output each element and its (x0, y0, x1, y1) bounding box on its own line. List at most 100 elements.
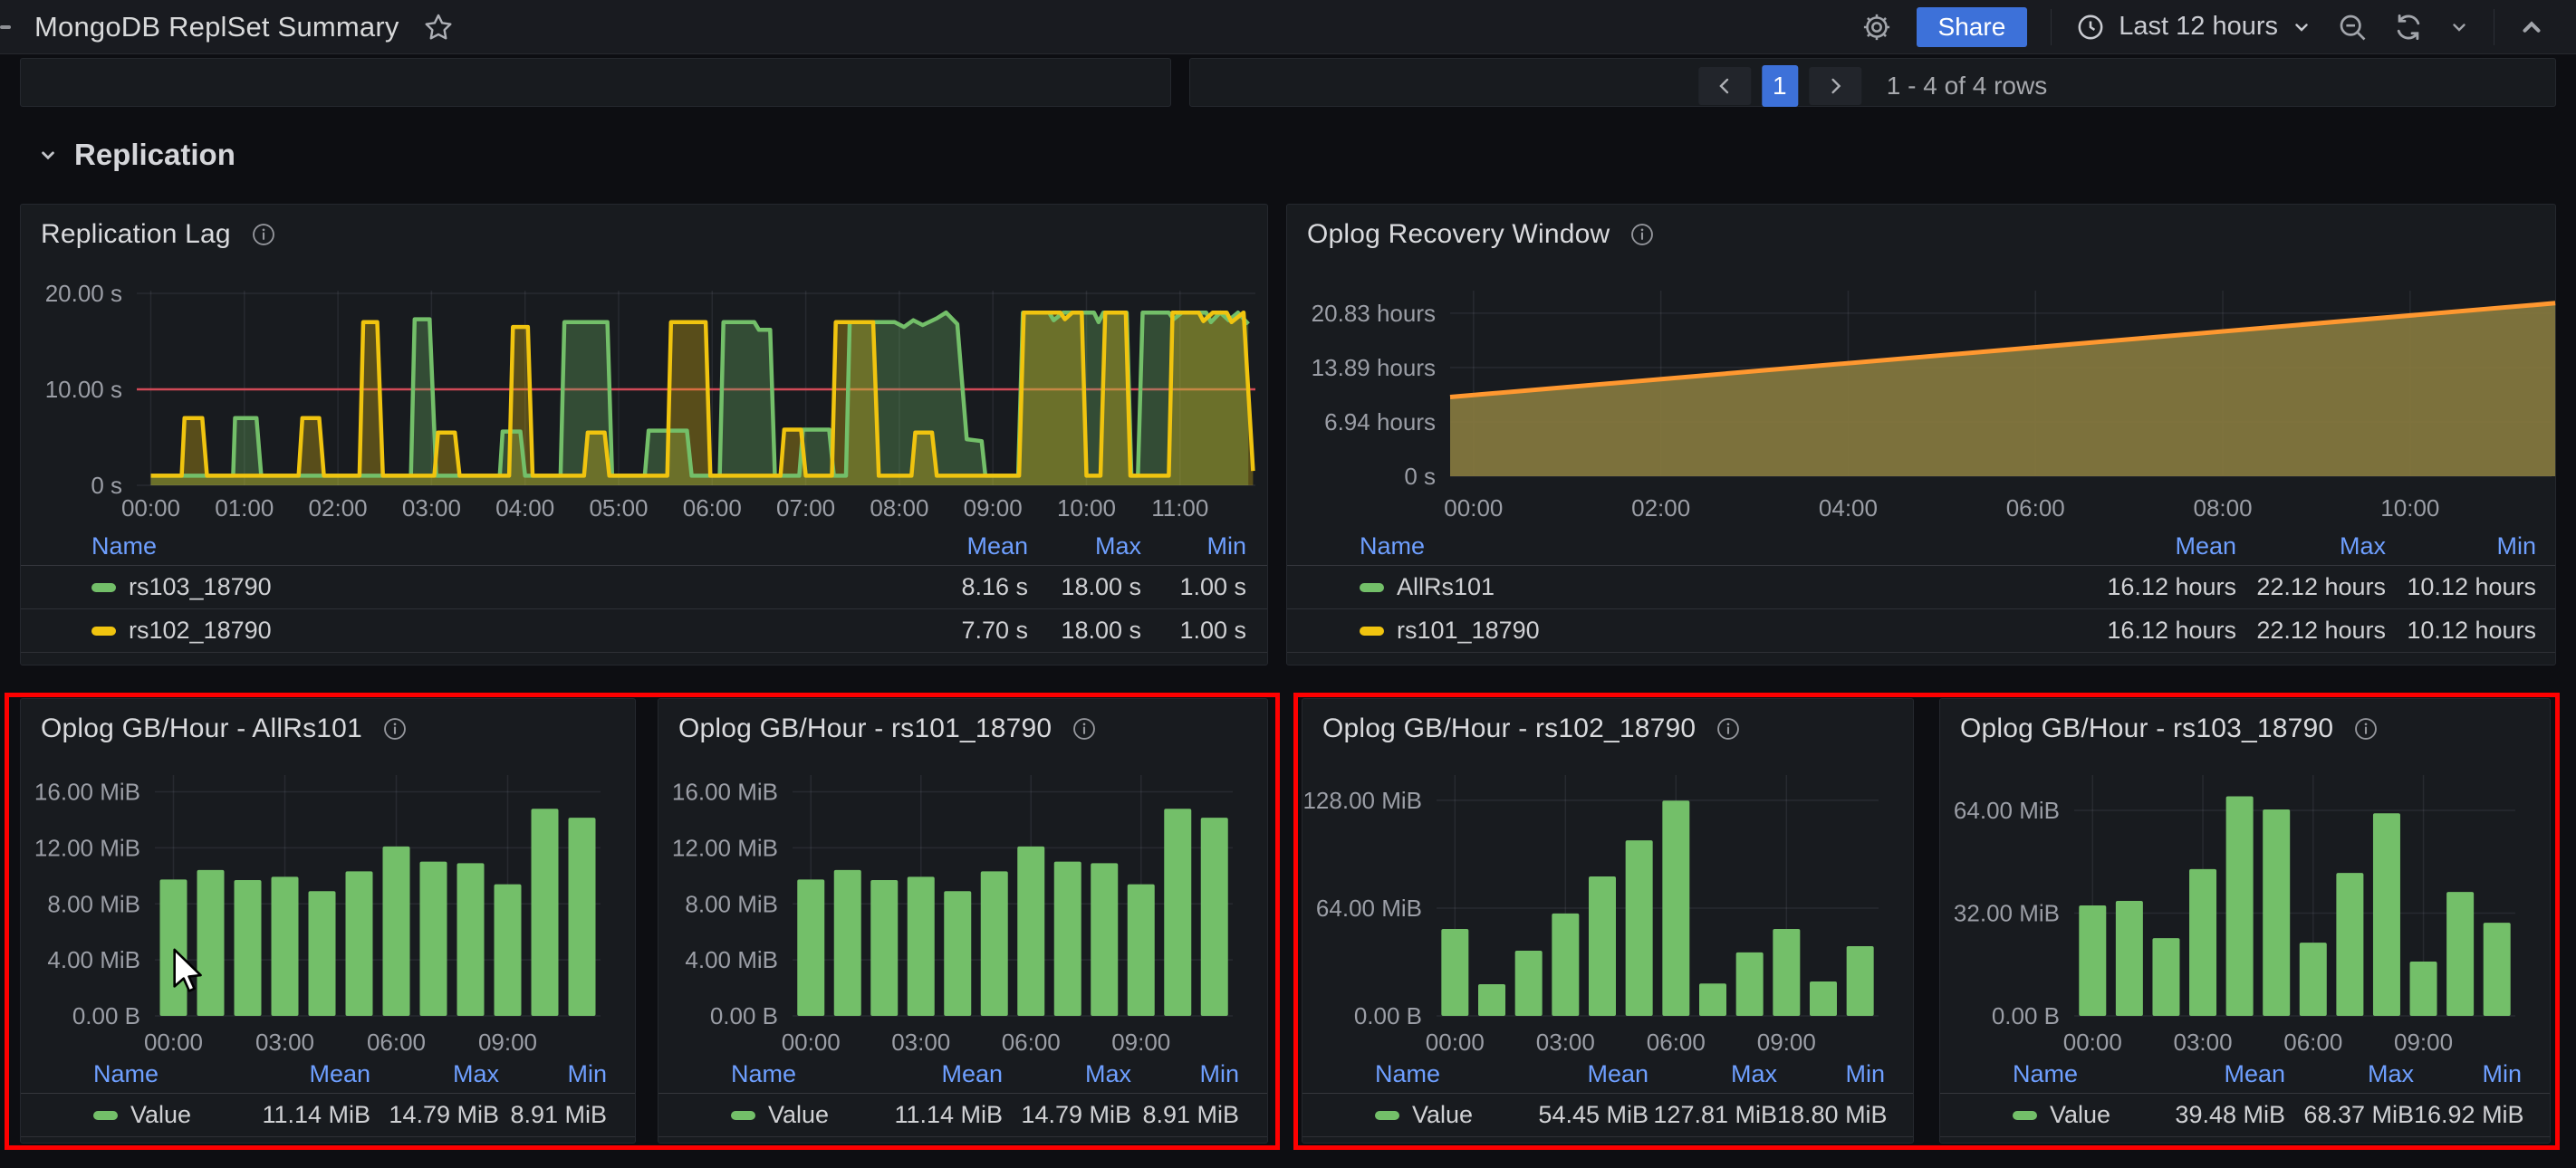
legend-max-value: 22.12 hours (2256, 617, 2386, 644)
legend-header-min[interactable]: Min (1777, 1060, 1885, 1088)
svg-text:10.00 s: 10.00 s (45, 376, 122, 403)
svg-text:02:00: 02:00 (1631, 494, 1690, 522)
svg-text:16.00 MiB: 16.00 MiB (34, 779, 140, 806)
legend-header-mean[interactable]: Mean (2064, 532, 2236, 560)
legend-series-name[interactable]: Value (731, 1101, 858, 1129)
legend-row: Value 39.48 MiB 68.37 MiB 16.92 MiB (1940, 1094, 2550, 1137)
svg-text:02:00: 02:00 (309, 494, 368, 522)
favorite-star-icon[interactable] (423, 12, 454, 43)
pagination-prev-button[interactable] (1697, 67, 1751, 105)
legend-table: Name Mean Max Min Value 54.45 MiB 127.81 MiB 18… (1302, 1055, 1913, 1137)
legend-row: AllRs101 16.12 hours 22.12 hours 10.12 hour… (1287, 566, 2555, 609)
legend-row: rs101_18790 16.12 hours 22.12 hours 10.12 h… (1287, 609, 2555, 653)
collapse-topbar-chevron-up-icon[interactable] (2518, 14, 2545, 41)
svg-text:00:00: 00:00 (2063, 1029, 2122, 1056)
svg-text:06:00: 06:00 (367, 1029, 426, 1056)
legend-series-name[interactable]: rs103_18790 (91, 573, 883, 601)
panel-title[interactable]: Oplog GB/Hour - AllRs101 (41, 713, 362, 744)
legend-header-mean[interactable]: Mean (883, 532, 1028, 560)
legend-header-min[interactable]: Min (2414, 1060, 2522, 1088)
legend-header-max[interactable]: Max (370, 1060, 499, 1088)
svg-text:0.00 B: 0.00 B (1992, 1002, 2060, 1029)
refresh-icon[interactable] (2392, 11, 2425, 43)
pagination-next-button[interactable] (1808, 67, 1861, 105)
svg-text:00:00: 00:00 (1426, 1029, 1485, 1056)
legend-header-name[interactable]: Name (1360, 532, 2064, 560)
info-icon[interactable] (1716, 716, 1741, 742)
legend-header-min[interactable]: Min (2386, 532, 2536, 560)
info-icon[interactable] (2353, 716, 2379, 742)
top-nav-bar: MongoDB ReplSet Summary Share Last 12 ho… (0, 0, 2576, 54)
legend-table: Name Mean Max Min rs103_18790 8.16 s 18.00 s 1.… (21, 527, 1267, 653)
info-icon[interactable] (382, 716, 408, 742)
legend-series-name[interactable]: AllRs101 (1360, 573, 2064, 601)
legend-header-max[interactable]: Max (1003, 1060, 1131, 1088)
legend-header-min[interactable]: Min (499, 1060, 607, 1088)
panel-title[interactable]: Oplog GB/Hour - rs101_18790 (678, 713, 1052, 744)
svg-text:20.00 s: 20.00 s (45, 280, 122, 307)
legend-header-mean[interactable]: Mean (226, 1060, 370, 1088)
legend-header-name[interactable]: Name (2013, 1060, 2140, 1088)
legend-series-name[interactable]: Value (1375, 1101, 1504, 1129)
svg-text:04:00: 04:00 (1819, 494, 1878, 522)
svg-text:8.00 MiB: 8.00 MiB (47, 890, 140, 917)
svg-text:00:00: 00:00 (1444, 494, 1503, 522)
legend-header-row: Name Mean Max Min (21, 527, 1267, 566)
legend-row: Value 54.45 MiB 127.81 MiB 18.80 MiB (1302, 1094, 1913, 1137)
table-pagination: 1 1 - 4 of 4 rows (1697, 65, 2047, 107)
share-button[interactable]: Share (1916, 6, 2028, 47)
legend-header-mean[interactable]: Mean (1504, 1060, 1648, 1088)
svg-text:00:00: 00:00 (144, 1029, 203, 1056)
chevron-right-icon (1831, 78, 1841, 94)
legend-mean-value: 7.70 s (961, 617, 1028, 644)
legend-header-name[interactable]: Name (93, 1060, 226, 1088)
time-range-label: Last 12 hours (2119, 12, 2278, 41)
legend-header-min[interactable]: Min (1141, 532, 1246, 560)
time-range-picker[interactable]: Last 12 hours (2075, 12, 2312, 43)
section-row-replication[interactable]: Replication (36, 138, 235, 172)
legend-min-value: 10.12 hours (2407, 573, 2536, 600)
legend-header-name[interactable]: Name (1375, 1060, 1504, 1088)
svg-text:06:00: 06:00 (2283, 1029, 2342, 1056)
legend-header-name[interactable]: Name (731, 1060, 858, 1088)
legend-series-name[interactable]: rs101_18790 (1360, 617, 2064, 645)
panel-title[interactable]: Oplog Recovery Window (1307, 219, 1610, 250)
svg-text:05:00: 05:00 (589, 494, 648, 522)
svg-text:03:00: 03:00 (2174, 1029, 2233, 1056)
legend-header-max[interactable]: Max (2285, 1060, 2414, 1088)
legend-header-max[interactable]: Max (2236, 532, 2386, 560)
legend-header-mean[interactable]: Mean (2140, 1060, 2285, 1088)
svg-text:09:00: 09:00 (964, 494, 1023, 522)
cropped-panel-right: 1 1 - 4 of 4 rows (1189, 58, 2556, 107)
panel-title[interactable]: Oplog GB/Hour - rs102_18790 (1322, 713, 1696, 744)
info-icon[interactable] (251, 222, 276, 247)
info-icon[interactable] (1629, 222, 1655, 247)
legend-header-max[interactable]: Max (1648, 1060, 1777, 1088)
legend-series-name[interactable]: Value (2013, 1101, 2140, 1129)
pagination-page-1-button[interactable]: 1 (1761, 65, 1798, 107)
legend-series-name[interactable]: Value (93, 1101, 226, 1129)
dashboard-settings-gear-icon[interactable] (1860, 11, 1893, 43)
legend-header-row: Name Mean Max Min (1287, 527, 2555, 566)
legend-header-max[interactable]: Max (1028, 532, 1141, 560)
svg-text:09:00: 09:00 (478, 1029, 537, 1056)
legend-header-mean[interactable]: Mean (858, 1060, 1003, 1088)
panel-title[interactable]: Replication Lag (41, 219, 231, 250)
legend-header-name[interactable]: Name (91, 532, 883, 560)
svg-text:06:00: 06:00 (1002, 1029, 1061, 1056)
panel-title[interactable]: Oplog GB/Hour - rs103_18790 (1960, 713, 2333, 744)
svg-text:06:00: 06:00 (1647, 1029, 1706, 1056)
panel-oplog-gbhour-rs102: Oplog GB/Hour - rs102_18790 0.00 B 64.00 … (1302, 698, 1914, 1144)
info-icon[interactable] (1072, 716, 1097, 742)
legend-header-min[interactable]: Min (1131, 1060, 1239, 1088)
svg-text:00:00: 00:00 (782, 1029, 841, 1056)
legend-max-value: 18.00 s (1061, 573, 1141, 600)
zoom-out-time-icon[interactable] (2336, 11, 2369, 43)
legend-header-row: Name Mean Max Min (1302, 1055, 1913, 1094)
refresh-interval-chevron-icon[interactable] (2448, 16, 2470, 38)
svg-text:09:00: 09:00 (1111, 1029, 1170, 1056)
svg-text:03:00: 03:00 (891, 1029, 950, 1056)
svg-text:6.94 hours: 6.94 hours (1324, 408, 1436, 436)
legend-series-name[interactable]: rs102_18790 (91, 617, 883, 645)
svg-text:0.00 B: 0.00 B (710, 1002, 778, 1029)
